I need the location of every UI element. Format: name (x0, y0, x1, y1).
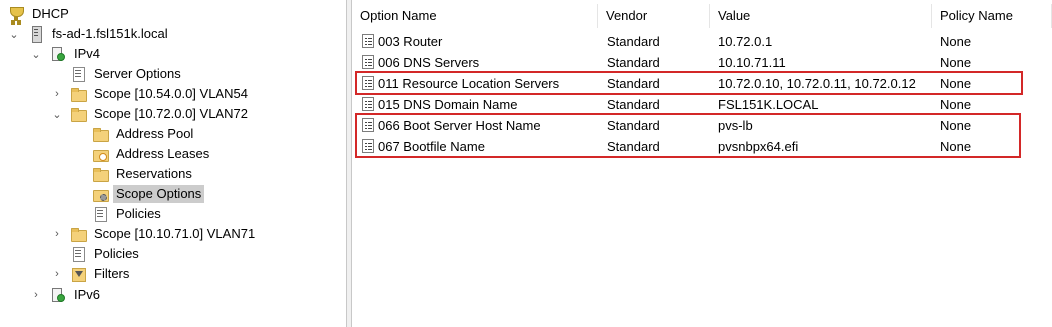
tree-node-server-options[interactable]: Server Options (70, 64, 184, 84)
vendor-cell: Standard (607, 55, 660, 70)
tree-label: Address Leases (116, 146, 210, 161)
table-row[interactable]: 011 Resource Location Servers Standard 1… (352, 73, 1052, 94)
tree-node-reservations[interactable]: Reservations (92, 164, 195, 184)
tree-node-address-leases[interactable]: Address Leases (92, 144, 212, 164)
tree-node-policies[interactable]: Policies (70, 244, 142, 264)
option-icon (362, 139, 374, 153)
option-icon (362, 97, 374, 111)
dhcp-icon (8, 6, 24, 22)
ipv4-icon (50, 46, 66, 62)
tree-label: Reservations (116, 166, 192, 181)
table-row[interactable]: 066 Boot Server Host Name Standard pvs-l… (352, 115, 1052, 136)
filter-icon (70, 266, 86, 282)
tree-node-scope-71[interactable]: Scope [10.10.71.0] VLAN71 (70, 224, 258, 244)
value-cell: 10.10.71.11 (718, 55, 786, 70)
options-folder-icon (92, 186, 109, 202)
policy-cell: None (940, 139, 972, 154)
option-icon (362, 34, 374, 48)
tree-label: Policies (116, 206, 161, 221)
value-cell: FSL151K.LOCAL (718, 97, 819, 112)
chevron-right-icon[interactable]: › (30, 285, 42, 305)
folder-icon (70, 106, 87, 122)
tree-node-scope-options[interactable]: Scope Options (92, 184, 205, 204)
chevron-down-icon[interactable]: ⌄ (8, 24, 20, 44)
chevron-down-icon[interactable]: ⌄ (51, 104, 63, 124)
tree-node-filters[interactable]: Filters (70, 264, 132, 284)
folder-icon (70, 226, 87, 242)
column-header-option-name[interactable]: Option Name (352, 4, 598, 28)
option-icon (362, 55, 374, 69)
option-icon (362, 76, 374, 90)
folder-icon (70, 86, 87, 102)
options-list: Option Name Vendor Value Policy Name 003… (352, 0, 1052, 327)
tree-label: Server Options (94, 66, 181, 81)
tree-label: fs-ad-1.fsl151k.local (52, 26, 168, 41)
tree-label: Scope [10.54.0.0] VLAN54 (94, 86, 248, 101)
option-name-cell: 011 Resource Location Servers (378, 76, 560, 91)
chevron-right-icon[interactable]: › (51, 224, 63, 244)
tree-label: Address Pool (116, 126, 194, 141)
value-cell: 10.72.0.10, 10.72.0.11, 10.72.0.12 (718, 76, 916, 91)
policy-cell: None (940, 97, 972, 112)
option-name-cell: 003 Router (378, 34, 443, 49)
tree-node-scope-54[interactable]: Scope [10.54.0.0] VLAN54 (70, 84, 251, 104)
table-row[interactable]: 003 Router Standard 10.72.0.1 None (352, 31, 1052, 52)
vendor-cell: Standard (607, 34, 660, 49)
options-icon (70, 66, 86, 82)
policy-cell: None (940, 118, 972, 133)
tree-label: Scope [10.72.0.0] VLAN72 (94, 106, 248, 121)
option-name-cell: 015 DNS Domain Name (378, 97, 518, 112)
policy-cell: None (940, 76, 972, 91)
tree-node-server[interactable]: fs-ad-1.fsl151k.local (28, 24, 171, 44)
policy-icon (70, 246, 86, 262)
console-tree: DHCP ⌄ fs-ad-1.fsl151k.local ⌄ IPv4 Serv… (0, 0, 347, 327)
tree-node-address-pool[interactable]: Address Pool (92, 124, 196, 144)
vendor-cell: Standard (607, 139, 660, 154)
tree-node-scope-72[interactable]: Scope [10.72.0.0] VLAN72 (70, 104, 251, 124)
vendor-cell: Standard (607, 76, 660, 91)
tree-label: Scope Options (113, 185, 205, 203)
tree-label: Policies (94, 246, 139, 261)
chevron-right-icon[interactable]: › (51, 264, 63, 284)
folder-icon (92, 126, 109, 142)
table-row[interactable]: 067 Bootfile Name Standard pvsnbpx64.efi… (352, 136, 1052, 157)
ipv6-icon (50, 287, 66, 303)
option-icon (362, 118, 374, 132)
option-name-cell: 066 Boot Server Host Name (378, 118, 541, 133)
chevron-down-icon[interactable]: ⌄ (30, 44, 42, 64)
folder-icon (92, 166, 109, 182)
tree-label: Scope [10.10.71.0] VLAN71 (94, 226, 256, 241)
value-cell: pvsnbpx64.efi (718, 139, 799, 154)
tree-label: IPv4 (74, 46, 101, 61)
tree-label: DHCP (32, 6, 69, 21)
tree-node-scope-policies[interactable]: Policies (92, 204, 164, 224)
column-header-value[interactable]: Value (710, 4, 932, 28)
tree-node-ipv6[interactable]: IPv6 (50, 285, 103, 305)
policy-cell: None (940, 34, 972, 49)
table-row[interactable]: 006 DNS Servers Standard 10.10.71.11 Non… (352, 52, 1052, 73)
tree-node-ipv4[interactable]: IPv4 (50, 44, 103, 64)
column-header-vendor[interactable]: Vendor (598, 4, 710, 28)
tree-label: Filters (94, 266, 130, 281)
chevron-right-icon[interactable]: › (51, 84, 63, 104)
vendor-cell: Standard (607, 118, 660, 133)
value-cell: 10.72.0.1 (718, 34, 773, 49)
clock-folder-icon (92, 146, 109, 162)
column-header-policy-name[interactable]: Policy Name (932, 4, 1052, 28)
option-name-cell: 067 Bootfile Name (378, 139, 485, 154)
option-name-cell: 006 DNS Servers (378, 55, 480, 70)
tree-label: IPv6 (74, 287, 101, 302)
value-cell: pvs-lb (718, 118, 753, 133)
policy-cell: None (940, 55, 972, 70)
policy-icon (92, 206, 108, 222)
table-row[interactable]: 015 DNS Domain Name Standard FSL151K.LOC… (352, 94, 1052, 115)
list-header: Option Name Vendor Value Policy Name (352, 4, 1052, 28)
tree-node-dhcp[interactable]: DHCP (8, 4, 72, 24)
vendor-cell: Standard (607, 97, 660, 112)
server-icon (28, 26, 44, 43)
